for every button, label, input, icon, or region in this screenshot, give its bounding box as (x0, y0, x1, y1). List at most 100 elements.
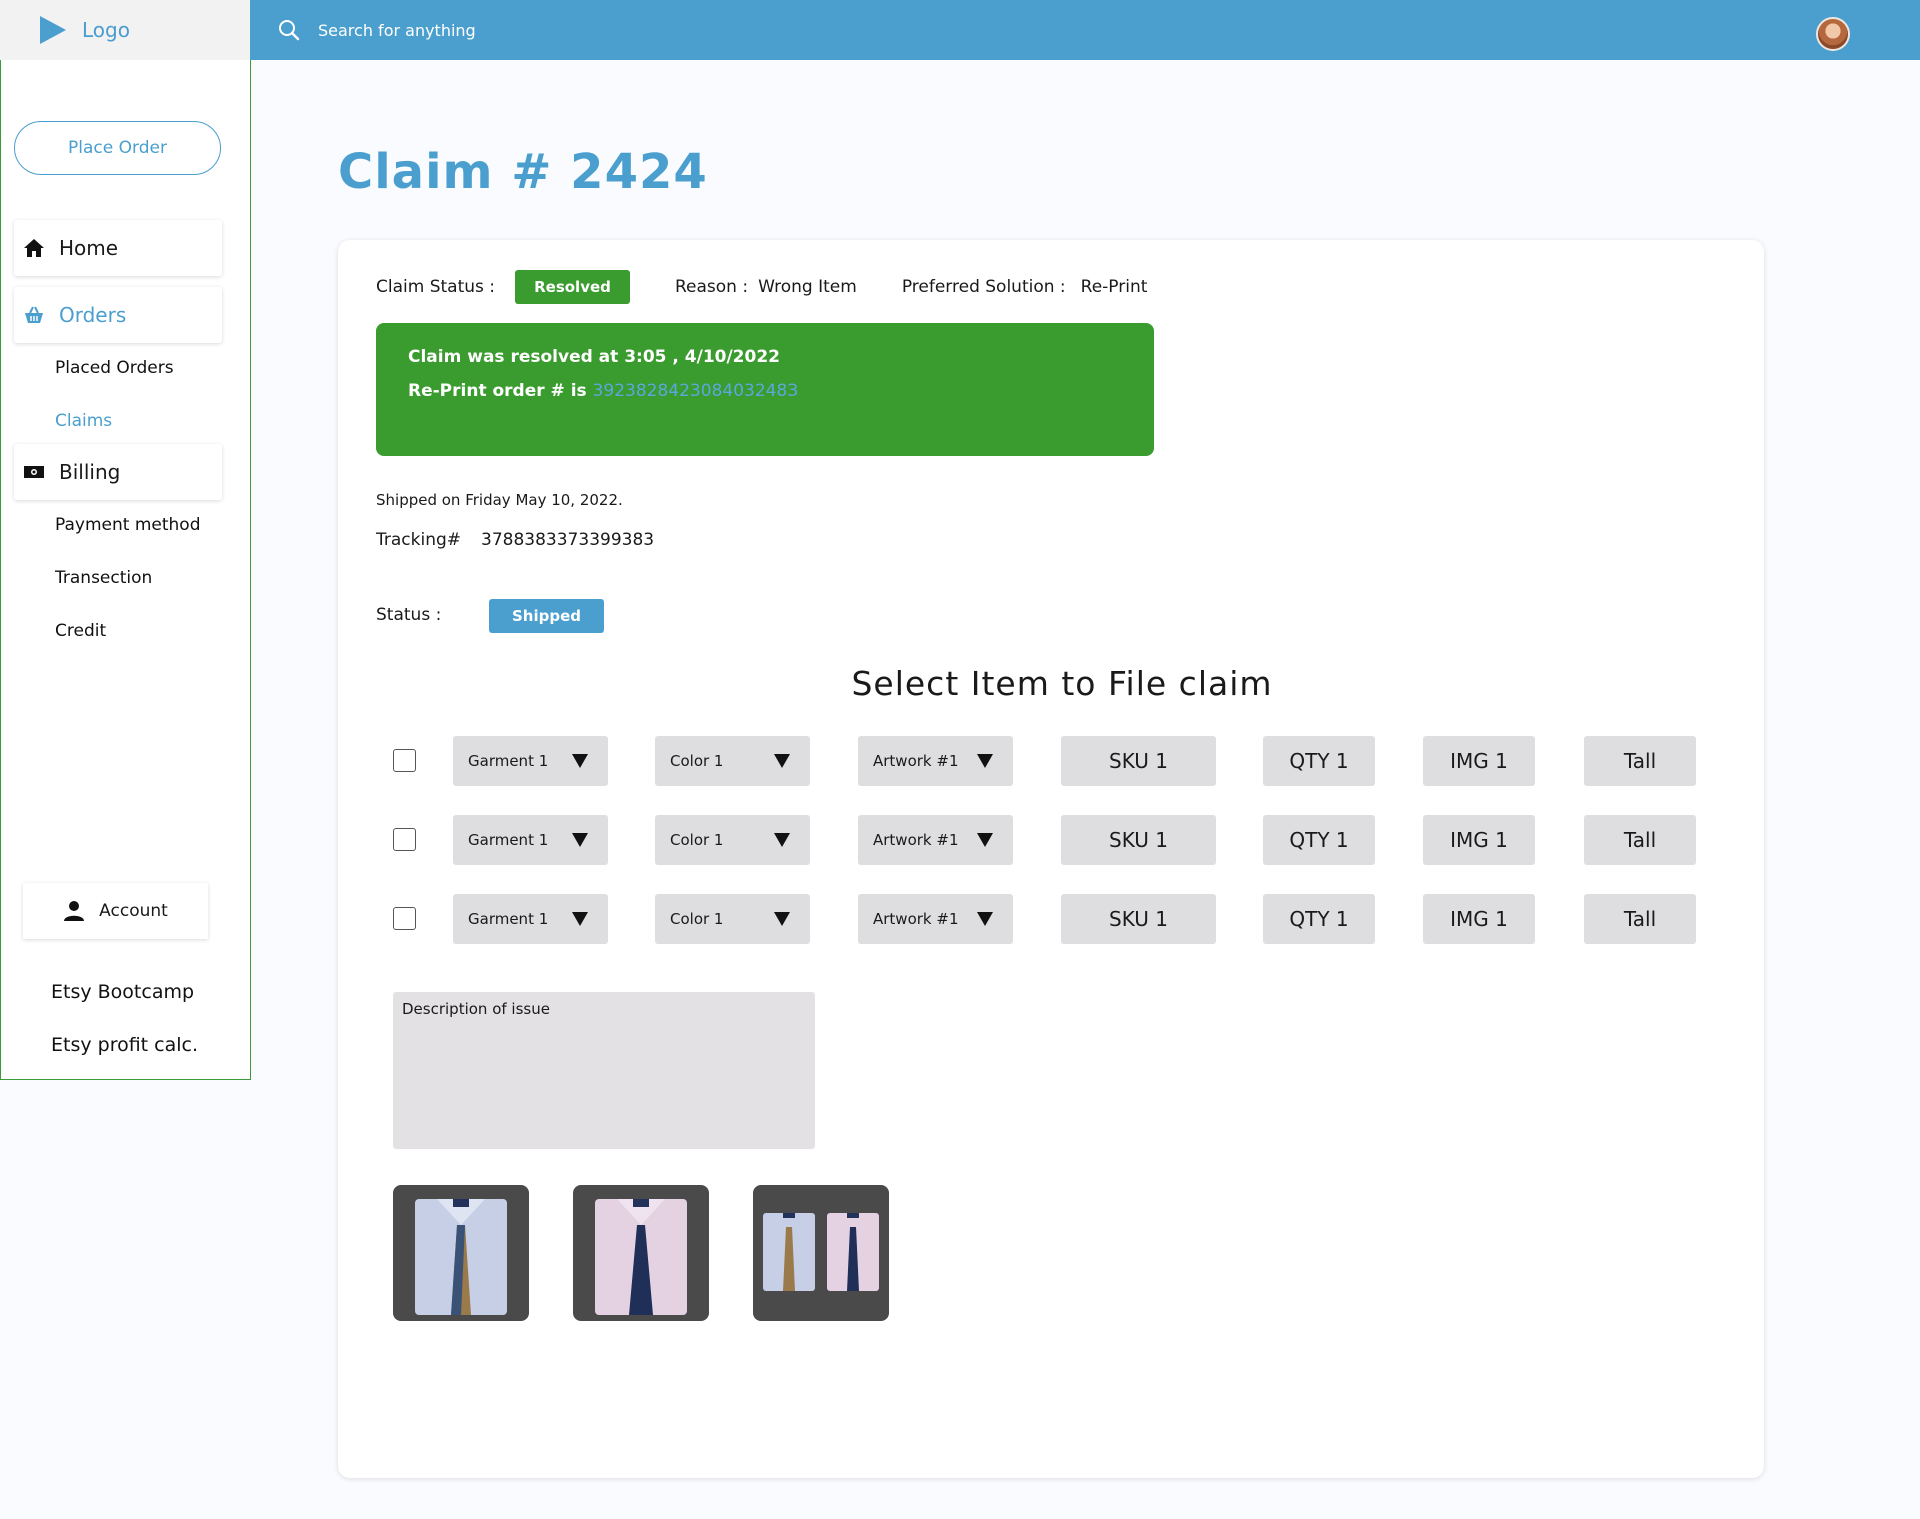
claim-summary: Claim Status : Resolved Reason : Wrong I… (376, 270, 1147, 304)
sku-field[interactable]: SKU 1 (1061, 894, 1216, 944)
user-icon (63, 900, 85, 922)
sidebar: Place Order Home Orders Placed Orders Cl… (0, 60, 251, 1080)
chevron-down-icon (572, 754, 588, 768)
chevron-down-icon (977, 912, 993, 926)
solution-label: Preferred Solution : (901, 277, 1066, 297)
tracking-line: Tracking# 3788383373399383 (376, 530, 654, 550)
home-icon (23, 237, 45, 259)
artwork-dropdown[interactable]: Artwork #1 (858, 815, 1013, 865)
sidebar-item-label: Billing (59, 460, 121, 484)
qty-field[interactable]: QTY 1 (1263, 894, 1375, 944)
resolved-banner: Claim was resolved at 3:05 , 4/10/2022 R… (376, 323, 1154, 456)
reprint-line: Re-Print order # is 392382842308403248З (408, 381, 1154, 401)
img-field[interactable]: IMG 1 (1423, 815, 1535, 865)
shirt-image (415, 1199, 507, 1315)
chevron-down-icon (572, 912, 588, 926)
shirt-image (763, 1213, 879, 1291)
search-icon[interactable] (278, 18, 302, 42)
img-field[interactable]: IMG 1 (1423, 736, 1535, 786)
product-thumbnail[interactable] (573, 1185, 709, 1321)
color-dropdown[interactable]: Color 1 (655, 736, 810, 786)
shirt-image (595, 1199, 687, 1315)
sidebar-item-label: Home (59, 236, 119, 260)
shipping-status-label: Status : (376, 605, 442, 625)
sidebar-item-credit[interactable]: Credit (55, 621, 106, 641)
garment-dropdown[interactable]: Garment 1 (453, 894, 608, 944)
artwork-value: Artwork #1 (873, 831, 959, 849)
sidebar-item-label: Orders (59, 303, 127, 327)
page-title: Claim # 2424 (338, 144, 708, 200)
table-row: Garment 1 Color 1 Artwork #1 SKU 1 QTY 1… (338, 736, 1764, 786)
color-value: Color 1 (670, 752, 724, 770)
qty-field[interactable]: QTY 1 (1263, 736, 1375, 786)
tracking-value: 3788383373399383 (481, 530, 655, 550)
sidebar-item-placed-orders[interactable]: Placed Orders (55, 358, 174, 378)
garment-dropdown[interactable]: Garment 1 (453, 736, 608, 786)
sku-field[interactable]: SKU 1 (1061, 815, 1216, 865)
color-dropdown[interactable]: Color 1 (655, 815, 810, 865)
play-logo-icon (40, 16, 66, 44)
garment-value: Garment 1 (468, 910, 549, 928)
shipping-status-badge: Shipped (489, 599, 604, 633)
reprint-label: Re-Print order # is (408, 381, 593, 401)
avatar[interactable] (1816, 17, 1850, 51)
place-order-button[interactable]: Place Order (14, 121, 221, 175)
sidebar-item-home[interactable]: Home (14, 220, 222, 276)
chevron-down-icon (774, 754, 790, 768)
qty-field[interactable]: QTY 1 (1263, 815, 1375, 865)
solution-value: Re-Print (1080, 277, 1148, 297)
shipped-on: Shipped on Friday May 10, 2022. (376, 491, 623, 509)
garment-dropdown[interactable]: Garment 1 (453, 815, 608, 865)
color-dropdown[interactable]: Color 1 (655, 894, 810, 944)
chevron-down-icon (774, 912, 790, 926)
table-row: Garment 1 Color 1 Artwork #1 SKU 1 QTY 1… (338, 894, 1764, 944)
sidebar-item-claims[interactable]: Claims (55, 411, 112, 431)
logo-text: Logo (82, 18, 130, 42)
chevron-down-icon (977, 754, 993, 768)
size-field[interactable]: Tall (1584, 815, 1696, 865)
sidebar-item-billing[interactable]: Billing (14, 444, 222, 500)
chevron-down-icon (977, 833, 993, 847)
section-title-text: Select Item to File claim (851, 664, 1273, 703)
size-field[interactable]: Tall (1584, 736, 1696, 786)
claim-status-label: Claim Status : (376, 277, 495, 297)
sidebar-item-orders[interactable]: Orders (14, 287, 222, 343)
basket-icon (23, 304, 45, 326)
img-field[interactable]: IMG 1 (1423, 894, 1535, 944)
reprint-order-link[interactable]: 392382842308403248З (593, 381, 799, 401)
resolved-message: Claim was resolved at 3:05 , 4/10/2022 (408, 347, 780, 367)
account-label: Account (99, 901, 168, 921)
chevron-down-icon (774, 833, 790, 847)
sku-field[interactable]: SKU 1 (1061, 736, 1216, 786)
garment-value: Garment 1 (468, 752, 549, 770)
status-badge: Resolved (515, 270, 630, 304)
artwork-value: Artwork #1 (873, 910, 959, 928)
etsy-profit-link[interactable]: Etsy profit calc. (51, 1034, 198, 1056)
tracking-label: Tracking# (376, 530, 462, 550)
artwork-value: Artwork #1 (873, 752, 959, 770)
etsy-bootcamp-link[interactable]: Etsy Bootcamp (51, 981, 194, 1003)
sidebar-item-payment-method[interactable]: Payment method (55, 515, 200, 535)
size-field[interactable]: Tall (1584, 894, 1696, 944)
section-title: Select Item to File claim (338, 664, 1764, 703)
search-input[interactable]: Search for anything (318, 21, 476, 40)
item-checkbox[interactable] (393, 749, 416, 772)
cash-icon (23, 461, 45, 483)
artwork-dropdown[interactable]: Artwork #1 (858, 894, 1013, 944)
artwork-dropdown[interactable]: Artwork #1 (858, 736, 1013, 786)
color-value: Color 1 (670, 831, 724, 849)
garment-value: Garment 1 (468, 831, 549, 849)
product-thumbnail[interactable] (393, 1185, 529, 1321)
item-checkbox[interactable] (393, 828, 416, 851)
chevron-down-icon (572, 833, 588, 847)
product-thumbnail[interactable] (753, 1185, 889, 1321)
account-button[interactable]: Account (23, 883, 208, 939)
claim-card: Claim Status : Resolved Reason : Wrong I… (338, 240, 1764, 1478)
description-textarea[interactable]: Description of issue (393, 992, 815, 1149)
reason-value: Wrong Item (758, 277, 857, 297)
sidebar-item-transection[interactable]: Transection (55, 568, 152, 588)
top-bar: Search for anything (250, 0, 1920, 60)
color-value: Color 1 (670, 910, 724, 928)
item-checkbox[interactable] (393, 907, 416, 930)
logo[interactable]: Logo (0, 0, 250, 60)
